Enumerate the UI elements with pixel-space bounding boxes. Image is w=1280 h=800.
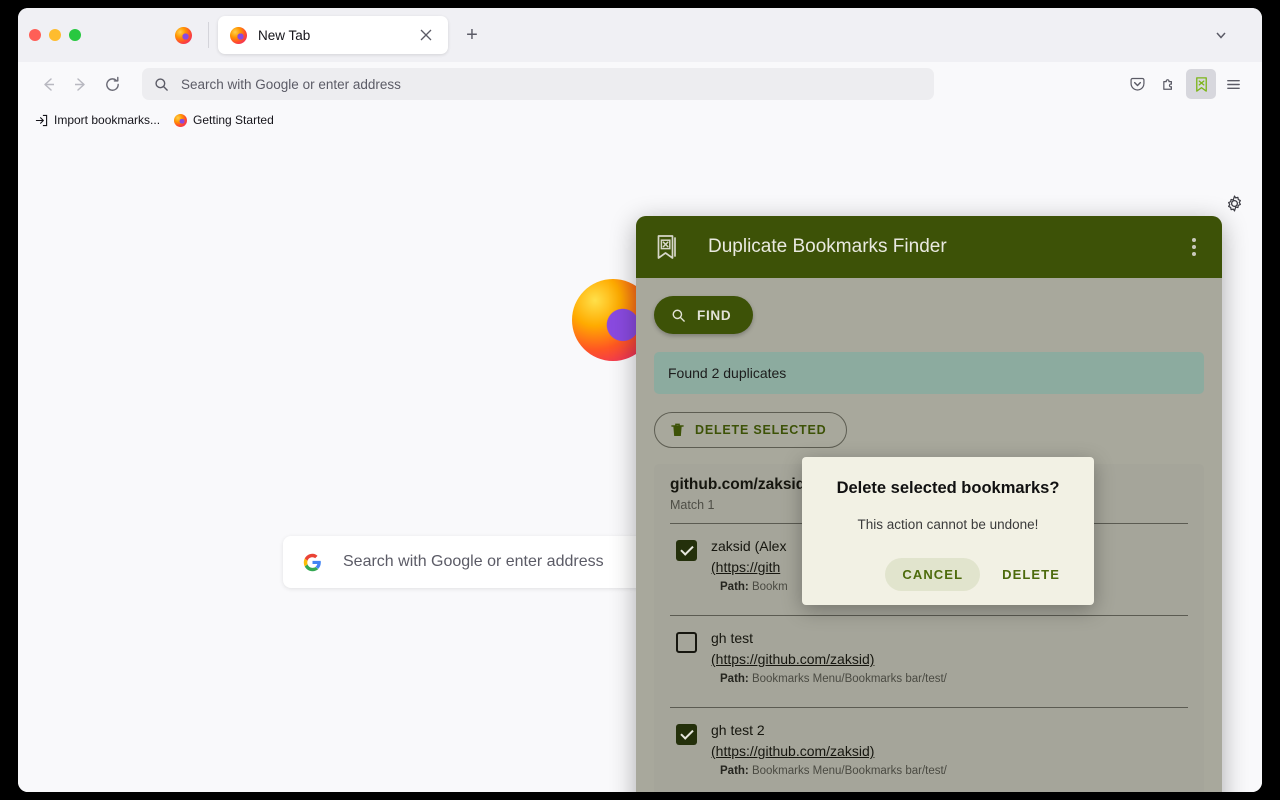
newtab-search-placeholder: Search with Google or enter address [343,553,604,570]
pocket-save-icon[interactable] [1122,69,1152,99]
minimize-window-button[interactable] [49,29,61,41]
url-bar[interactable]: Search with Google or enter address [142,68,934,100]
tab-title: New Tab [258,27,311,43]
extension-title: Duplicate Bookmarks Finder [708,236,947,257]
bookmark-row[interactable]: gh test 2 (https://github.com/zaksid) Pa… [670,708,1188,788]
forward-arrow-icon[interactable] [64,68,96,100]
hamburger-menu-icon[interactable] [1218,69,1248,99]
search-icon [671,308,686,323]
close-window-button[interactable] [29,29,41,41]
url-input-placeholder: Search with Google or enter address [181,76,401,92]
dialog-title: Delete selected bookmarks? [836,479,1060,497]
delete-confirm-dialog: Delete selected bookmarks? This action c… [802,457,1094,605]
cancel-button[interactable]: CANCEL [885,558,981,591]
delete-selected-label: DELETE SELECTED [695,423,827,437]
gear-icon[interactable] [1223,192,1245,214]
find-button[interactable]: FIND [654,296,754,334]
dialog-message: This action cannot be undone! [857,517,1039,532]
browser-window: New Tab + Search with Google or enter ad… [18,8,1262,792]
bookmark-path: Path: Bookmarks Menu/Bookmarks bar/test/ [720,673,947,685]
dialog-actions: CANCEL DELETE [822,558,1074,591]
page-content: F Search with Google or enter address [18,134,1262,792]
find-button-label: FIND [697,307,732,323]
bookmark-url[interactable]: (https://github.com/zaksid) [711,743,1188,759]
delete-button[interactable]: DELETE [988,558,1074,591]
bookmark-name: gh test [711,630,754,646]
bookmark-import-bookmarks[interactable]: Import bookmarks... [28,110,167,130]
bookmark-label: Getting Started [193,113,274,127]
back-arrow-icon[interactable] [32,68,64,100]
import-icon [35,114,48,127]
bookmark-checkbox[interactable] [676,540,697,561]
bookmark-getting-started[interactable]: Getting Started [167,110,281,130]
search-icon [154,77,169,92]
tab-divider [208,22,209,48]
bookmark-checkbox[interactable] [676,632,697,653]
status-banner: Found 2 duplicates [654,352,1204,394]
extensions-puzzle-icon[interactable] [1154,69,1184,99]
google-icon [303,553,322,572]
tab-new-tab[interactable]: New Tab [218,16,448,54]
firefox-logo-icon [175,26,192,44]
bookmark-label: Import bookmarks... [54,113,161,127]
bookmark-path: Path: Bookmarks Menu/Bookmarks bar/test/ [720,765,947,777]
extension-header: Duplicate Bookmarks Finder [636,216,1222,278]
bookmark-row[interactable]: gh test (https://github.com/zaksid) Path… [670,616,1188,696]
bookmark-checkbox[interactable] [676,724,697,745]
close-tab-icon[interactable] [413,22,439,48]
duplicate-bookmarks-finder-panel: Duplicate Bookmarks Finder FIND Found 2 … [636,216,1222,792]
maximize-window-button[interactable] [69,29,81,41]
status-text: Found 2 duplicates [668,365,787,381]
delete-selected-button[interactable]: DELETE SELECTED [654,412,848,448]
reload-icon[interactable] [96,68,128,100]
bookmark-name: gh test 2 [711,722,765,738]
new-tab-button[interactable]: + [459,22,485,48]
bookmark-info: gh test 2 (https://github.com/zaksid) Pa… [711,722,1188,777]
duplicate-bookmarks-extension-icon[interactable] [1186,69,1216,99]
list-all-tabs-chevron-down-icon[interactable] [1210,24,1232,46]
bookmark-info: gh test (https://github.com/zaksid) Path… [711,630,1188,685]
firefox-icon [174,113,188,127]
kebab-menu-icon[interactable] [1180,233,1208,261]
bookmarks-toolbar: Import bookmarks... Getting Started [18,106,1262,134]
tab-favicon-firefox-icon [230,26,247,44]
window-controls [18,29,81,41]
bookmark-url[interactable]: (https://github.com/zaksid) [711,651,1188,667]
navigation-toolbar: Search with Google or enter address [18,62,1262,106]
toolbar-actions [1122,69,1248,99]
trash-icon [671,423,684,437]
bookmark-duplicate-icon [652,232,682,262]
tab-strip: New Tab + [18,8,1262,62]
